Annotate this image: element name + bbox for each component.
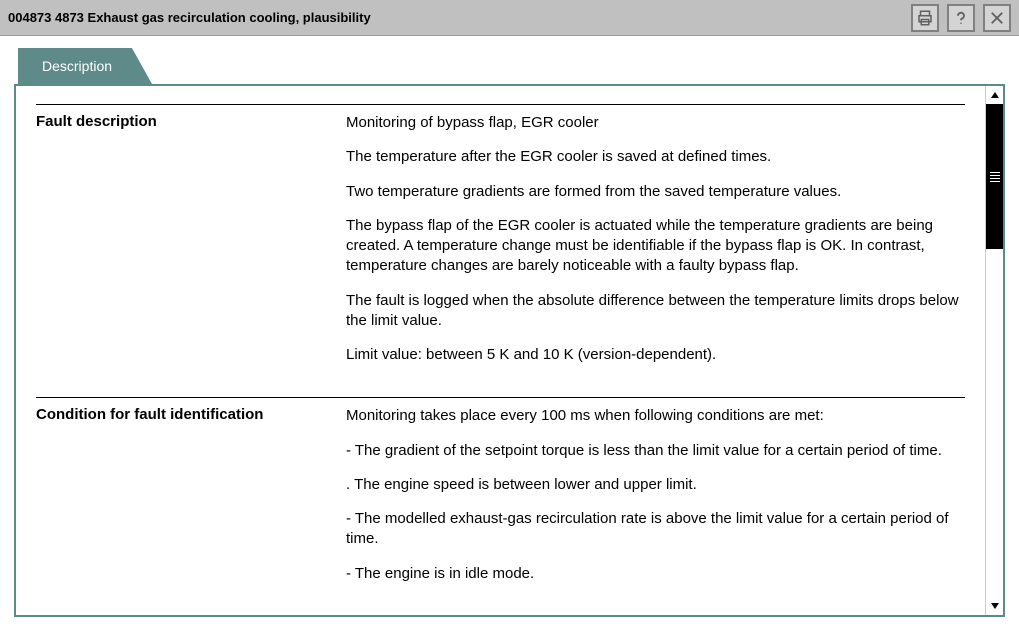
content-area: Fault description Monitoring of bypass f… [16, 86, 985, 615]
section-body: Monitoring takes place every 100 ms when… [346, 406, 965, 598]
vertical-scrollbar[interactable] [985, 86, 1003, 615]
print-icon [916, 9, 934, 27]
scroll-thumb-grip-icon [990, 170, 1000, 184]
title-bar: 004873 4873 Exhaust gas recirculation co… [0, 0, 1019, 36]
scroll-track[interactable] [986, 104, 1003, 597]
section-body: Monitoring of bypass flap, EGR cooler Th… [346, 113, 965, 379]
tab-bar: Description [0, 36, 1019, 84]
paragraph: . The engine speed is between lower and … [346, 475, 965, 495]
paragraph: Two temperature gradients are formed fro… [346, 182, 965, 202]
paragraph: The fault is logged when the absolute di… [346, 291, 965, 332]
title-bar-buttons [911, 4, 1011, 32]
paragraph: Monitoring of bypass flap, EGR cooler [346, 113, 965, 133]
paragraph: Monitoring takes place every 100 ms when… [346, 406, 965, 426]
scroll-up-button[interactable] [986, 86, 1003, 104]
help-icon [952, 9, 970, 27]
paragraph: - The gradient of the setpoint torque is… [346, 441, 965, 461]
help-button[interactable] [947, 4, 975, 32]
content-wrapper: Fault description Monitoring of bypass f… [14, 84, 1005, 617]
paragraph: - The engine is in idle mode. [346, 564, 965, 584]
close-button[interactable] [983, 4, 1011, 32]
chevron-down-icon [990, 601, 1000, 611]
print-button[interactable] [911, 4, 939, 32]
paragraph: The temperature after the EGR cooler is … [346, 147, 965, 167]
close-icon [988, 9, 1006, 27]
chevron-up-icon [990, 90, 1000, 100]
window-title: 004873 4873 Exhaust gas recirculation co… [8, 10, 911, 25]
scroll-thumb[interactable] [986, 104, 1003, 249]
scroll-down-button[interactable] [986, 597, 1003, 615]
section-condition-for-fault-identification: Condition for fault identification Monit… [36, 397, 965, 598]
section-label: Fault description [36, 113, 346, 379]
tab-description[interactable]: Description [18, 48, 152, 84]
paragraph: The bypass flap of the EGR cooler is act… [346, 216, 965, 277]
section-label: Condition for fault identification [36, 406, 346, 598]
section-fault-description: Fault description Monitoring of bypass f… [36, 104, 965, 379]
paragraph: - The modelled exhaust-gas recirculation… [346, 509, 965, 550]
paragraph: Limit value: between 5 K and 10 K (versi… [346, 345, 965, 365]
